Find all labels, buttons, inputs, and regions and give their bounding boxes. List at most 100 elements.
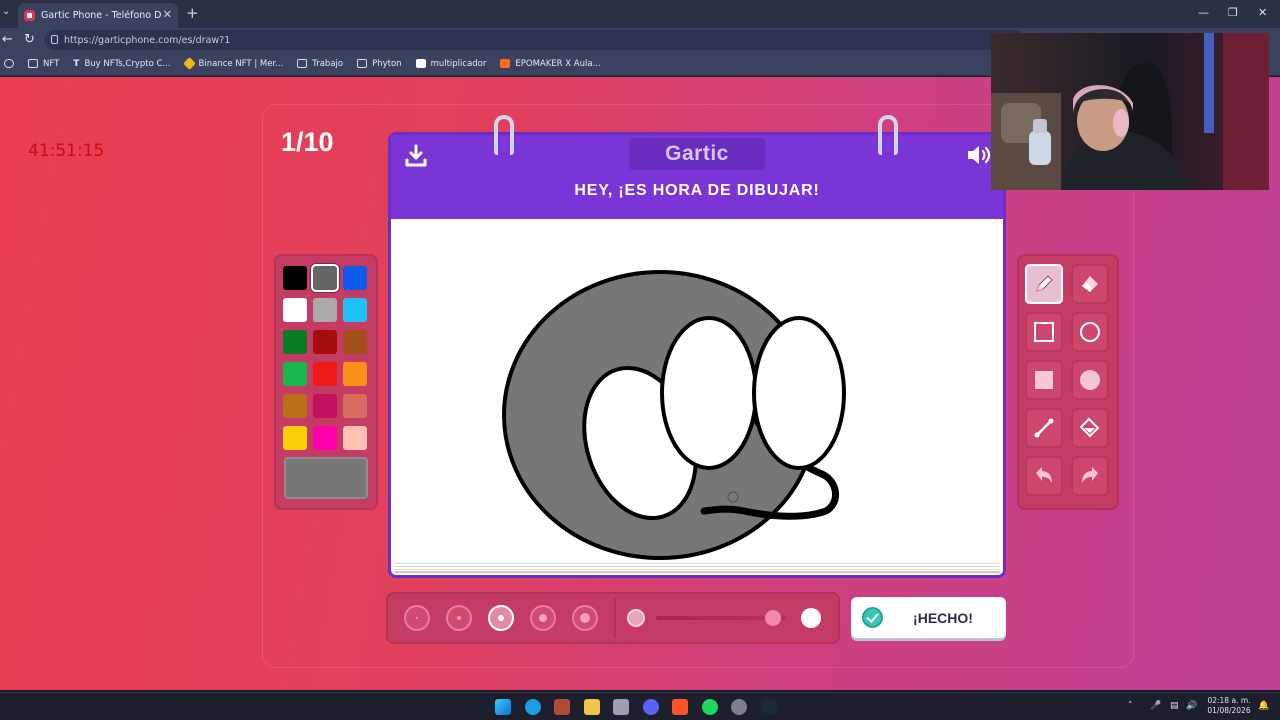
color-swatch[interactable] <box>343 266 367 290</box>
steam-icon[interactable] <box>761 699 777 715</box>
eraser-icon <box>1082 276 1098 292</box>
reload-icon[interactable]: ↻ <box>24 32 35 47</box>
url-text: https://garticphone.com/es/draw?1 <box>64 34 231 46</box>
discord-icon[interactable] <box>643 699 659 715</box>
close-window-icon[interactable]: ✕ <box>1258 6 1267 19</box>
app-icon[interactable] <box>554 699 570 715</box>
tool-line-button[interactable] <box>1025 408 1063 448</box>
restore-icon[interactable]: ❐ <box>1228 6 1238 19</box>
file-explorer-icon[interactable] <box>584 699 600 715</box>
bookmark-multiplicador[interactable]: multiplicador <box>415 59 486 69</box>
back-icon[interactable]: ← <box>2 32 13 47</box>
color-swatch[interactable] <box>313 298 337 322</box>
obs-icon[interactable] <box>731 699 747 715</box>
url-field[interactable]: https://garticphone.com/es/draw?1 <box>44 30 1024 50</box>
board-header: Gartic HEY, ¡ES HORA DE DIBUJAR! <box>391 115 1003 219</box>
tool-redo-button[interactable] <box>1071 456 1109 496</box>
color-swatch[interactable] <box>343 426 367 450</box>
tool-ellipse-filled-button[interactable] <box>1071 360 1109 400</box>
brush-size-option[interactable] <box>530 605 556 631</box>
ellipse-outline-icon <box>1080 322 1100 342</box>
download-icon[interactable] <box>403 143 429 169</box>
color-swatch[interactable] <box>343 330 367 354</box>
tool-rectangle-outline-button[interactable] <box>1025 312 1063 352</box>
bookmarks-apps-icon[interactable] <box>4 59 14 68</box>
brush-size-dot <box>457 616 461 620</box>
gartic-logo: Gartic <box>629 138 765 170</box>
user-drawing <box>502 270 846 560</box>
tab-title: Gartic Phone - Teléfono Descompuesto <box>41 10 161 21</box>
brush-size-option[interactable] <box>446 605 472 631</box>
binder-ring-icon <box>878 115 898 155</box>
brush-size-option[interactable] <box>488 605 514 631</box>
tray-chevron-icon[interactable]: ˄ <box>1128 701 1133 711</box>
close-tab-icon[interactable]: ✕ <box>163 8 172 21</box>
color-swatch[interactable] <box>283 394 307 418</box>
opacity-min-icon <box>627 609 645 627</box>
volume-icon[interactable]: 🔊 <box>1186 701 1197 711</box>
notifications-icon[interactable]: 🔔 <box>1258 701 1269 711</box>
brush-settings-bar <box>386 592 840 644</box>
folder-icon <box>357 59 368 68</box>
redo-icon <box>1082 467 1098 483</box>
round-counter: 1/10 <box>281 127 334 157</box>
tool-pencil-button[interactable] <box>1025 264 1063 304</box>
notebook-pages-edge <box>394 563 1000 573</box>
color-swatch[interactable] <box>343 394 367 418</box>
color-swatch[interactable] <box>283 362 307 386</box>
done-button-label: ¡HECHO! <box>913 609 973 626</box>
lock-icon <box>51 35 58 44</box>
bookmark-binance[interactable]: Binance NFT | Mer... <box>182 57 283 70</box>
browser-tab[interactable]: Gartic Phone - Teléfono Descompuesto ✕ <box>18 3 178 28</box>
bookmark-trabajo[interactable]: Trabajo <box>297 59 343 69</box>
tool-eraser-button[interactable] <box>1071 264 1109 304</box>
color-swatch[interactable] <box>313 362 337 386</box>
tab-menu-icon[interactable]: ⌄ <box>2 6 10 17</box>
color-swatch[interactable] <box>313 394 337 418</box>
clock-date: 01/08/2026 <box>1207 706 1251 715</box>
folder-icon <box>28 59 38 68</box>
network-icon[interactable]: ▤ <box>1170 701 1179 711</box>
app-icon[interactable] <box>613 699 629 715</box>
undo-icon <box>1036 467 1052 483</box>
webcam-overlay <box>991 33 1269 190</box>
color-swatch[interactable] <box>313 330 337 354</box>
bookmark-nft[interactable]: NFT <box>28 59 59 69</box>
bookmark-phyton[interactable]: Phyton <box>357 59 402 69</box>
check-icon <box>862 607 883 628</box>
brave-browser-icon[interactable] <box>672 699 688 715</box>
tool-ellipse-outline-button[interactable] <box>1071 312 1109 352</box>
microphone-icon[interactable]: 🎤 <box>1150 701 1161 711</box>
brush-size-dot <box>416 617 418 619</box>
windows-start-icon[interactable] <box>495 699 511 715</box>
edge-browser-icon[interactable] <box>525 699 541 715</box>
fill-bucket-icon <box>1079 417 1100 438</box>
spotify-icon[interactable] <box>702 699 718 715</box>
color-swatch[interactable] <box>283 298 307 322</box>
webcam-image <box>991 33 1269 190</box>
color-swatch[interactable] <box>283 330 307 354</box>
new-tab-icon[interactable]: + <box>186 4 199 22</box>
color-swatch[interactable] <box>343 298 367 322</box>
tool-undo-button[interactable] <box>1025 456 1063 496</box>
brush-size-dot <box>498 615 504 621</box>
drawing-canvas[interactable] <box>394 221 1000 563</box>
gartic-favicon-icon <box>24 10 35 21</box>
color-swatch[interactable] <box>343 362 367 386</box>
color-swatch[interactable] <box>313 426 337 450</box>
color-swatch[interactable] <box>313 266 337 290</box>
site-icon: T <box>73 58 80 69</box>
tool-rectangle-filled-button[interactable] <box>1025 360 1063 400</box>
done-button[interactable]: ¡HECHO! <box>851 597 1006 638</box>
color-swatch[interactable] <box>283 266 307 290</box>
brush-size-option[interactable] <box>404 605 430 631</box>
brush-size-option[interactable] <box>572 605 598 631</box>
taskbar-clock[interactable]: 02:18 a. m. 01/08/2026 <box>1200 696 1258 716</box>
color-swatch[interactable] <box>283 426 307 450</box>
tool-fill-bucket-button[interactable] <box>1071 408 1109 448</box>
opacity-slider-handle[interactable] <box>765 610 781 626</box>
minimize-icon[interactable]: — <box>1198 6 1209 19</box>
bookmark-epomaker[interactable]: EPOMAKER X Aula... <box>500 59 601 69</box>
current-color-preview <box>284 457 368 499</box>
bookmark-buy-nfts[interactable]: T Buy NFTs,Crypto C... <box>73 59 170 69</box>
